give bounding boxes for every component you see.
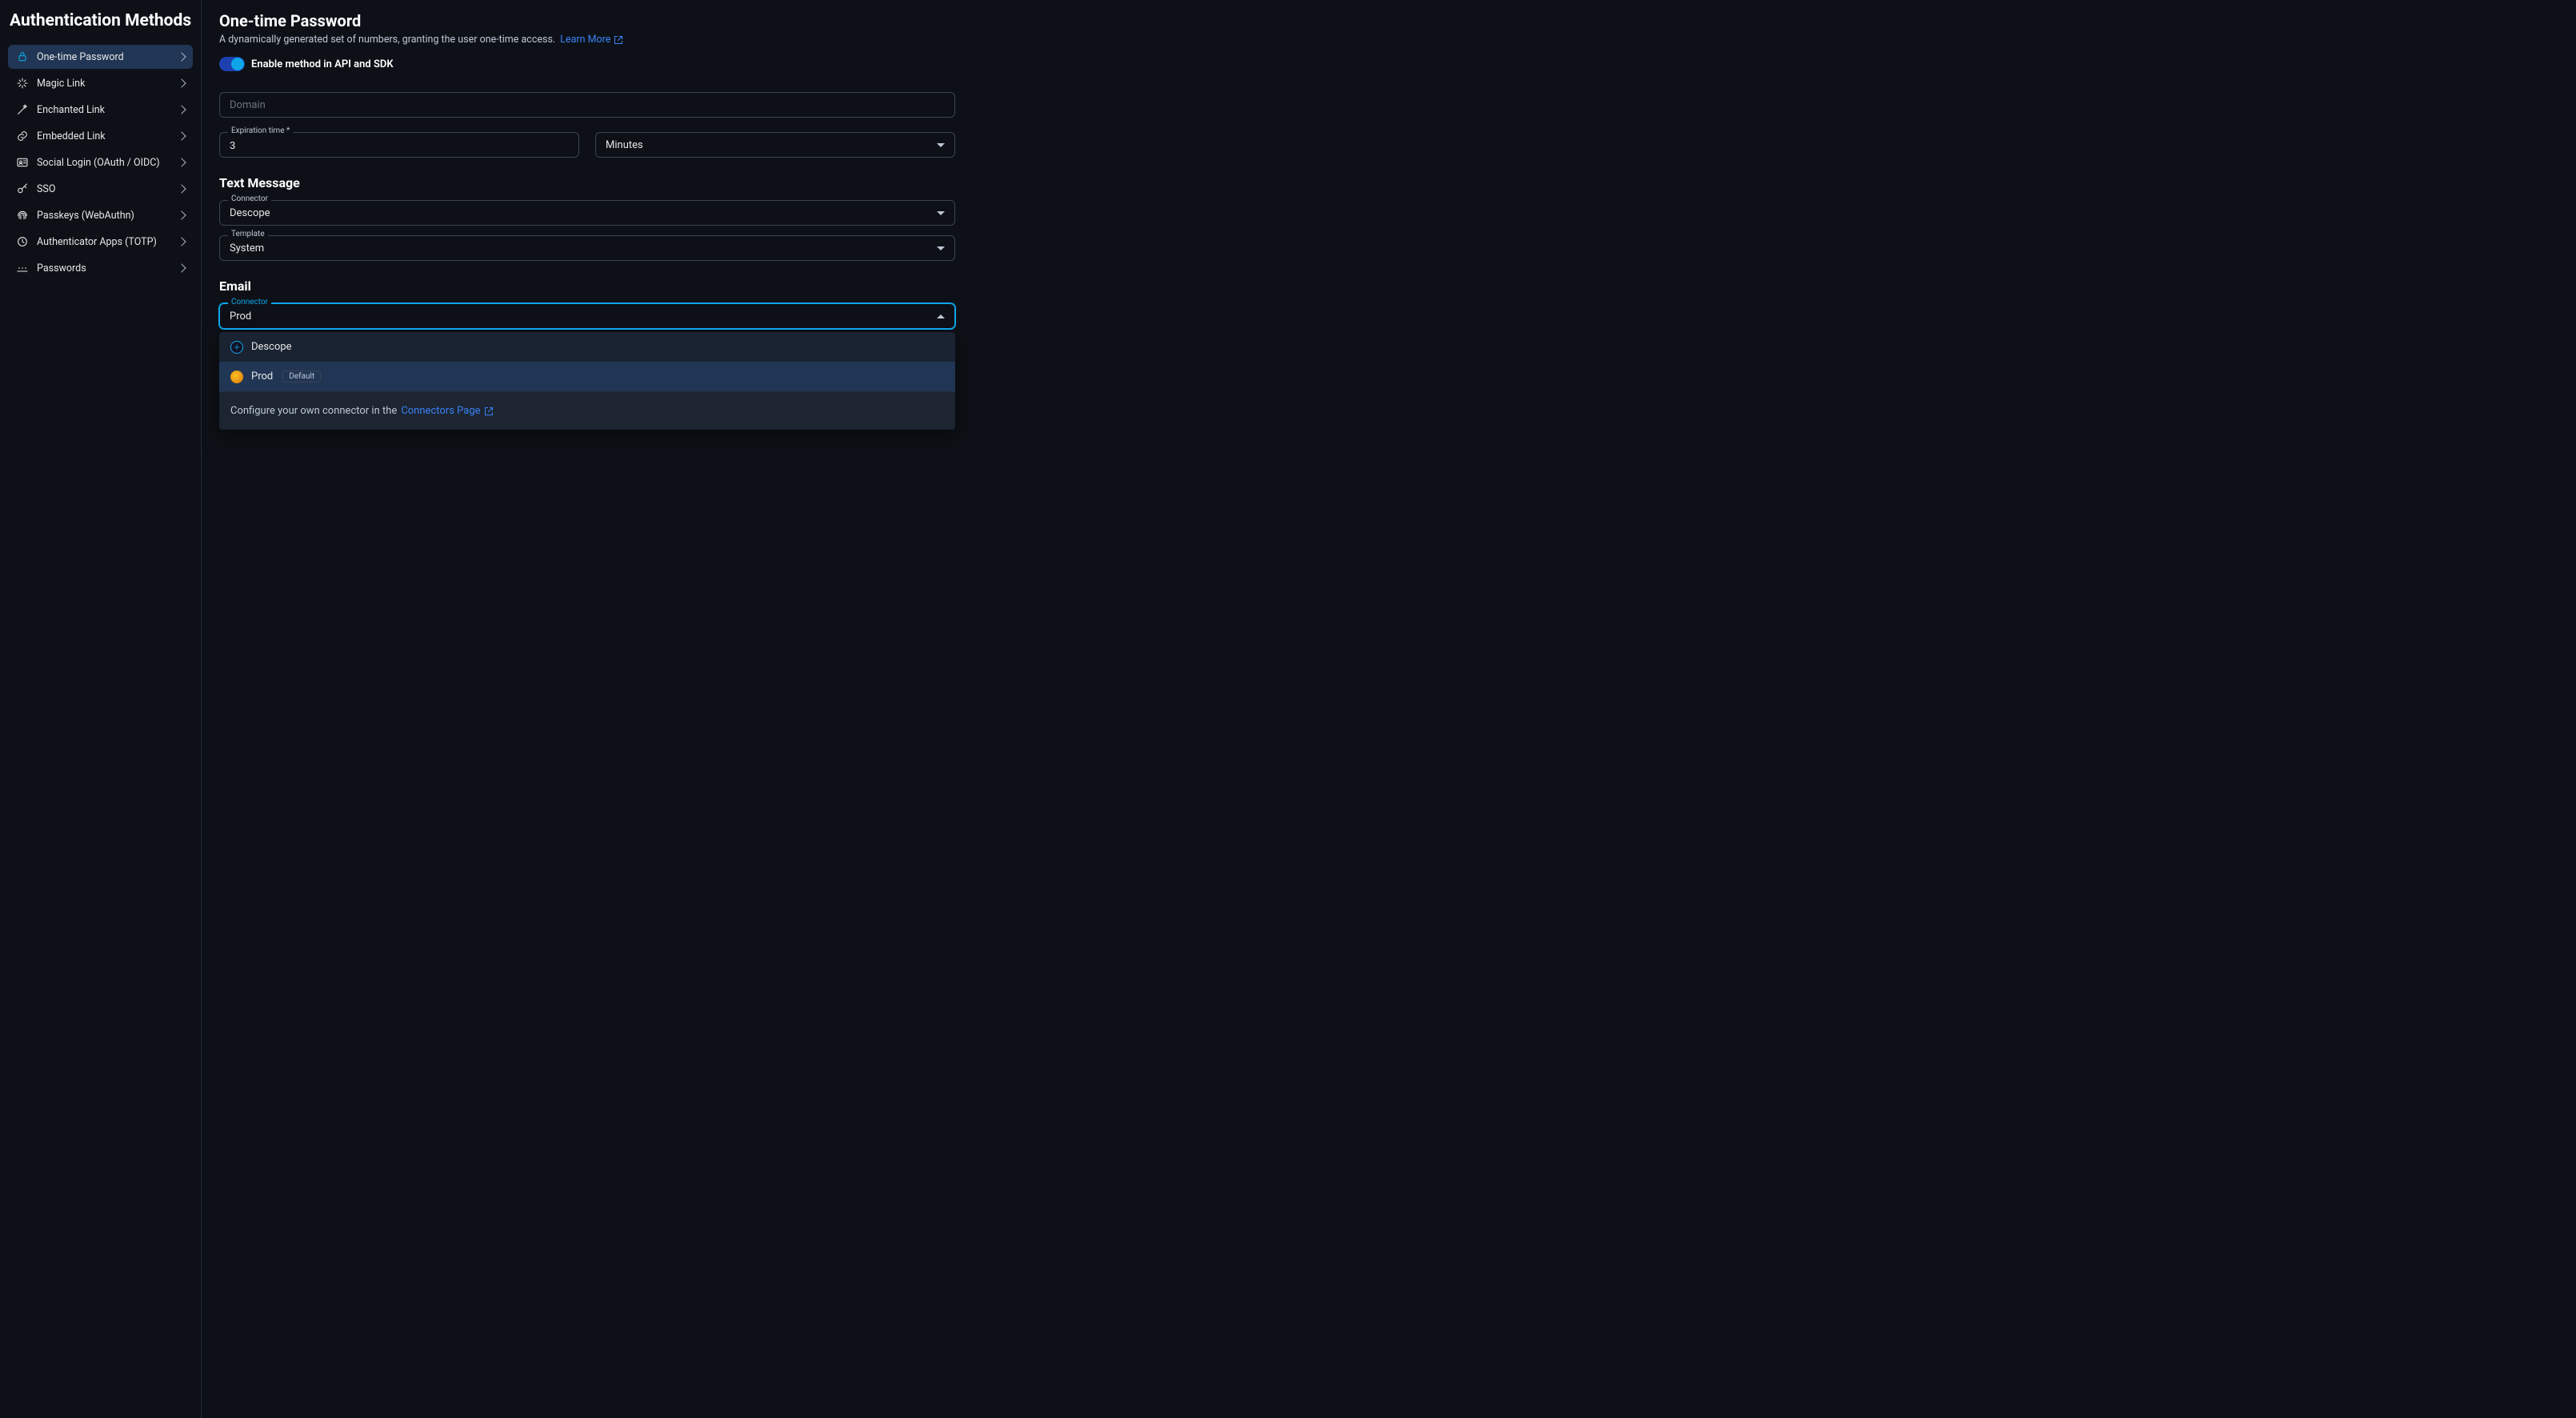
caret-down-icon: [937, 246, 945, 250]
key-icon: [16, 182, 29, 195]
enable-method-toggle-label: Enable method in API and SDK: [251, 58, 394, 70]
expiration-time-input[interactable]: Expiration time *: [219, 132, 579, 158]
dropdown-footer-text: Configure your own connector in the: [230, 405, 397, 417]
sidebar: Authentication Methods One-time Password…: [0, 0, 202, 1418]
sidebar-item-social-login-oauth-oidc[interactable]: Social Login (OAuth / OIDC): [8, 150, 193, 174]
chevron-right-icon: [177, 210, 186, 219]
chevron-right-icon: [177, 263, 186, 272]
expiration-unit-select[interactable]: Minutes: [595, 132, 955, 158]
section-title-email: Email: [219, 278, 2558, 294]
sidebar-item-authenticator-apps-totp[interactable]: Authenticator Apps (TOTP): [8, 230, 193, 254]
sidebar-title: Authentication Methods: [8, 11, 193, 30]
lock-shield-icon: [16, 50, 29, 63]
sidebar-item-label: Embedded Link: [37, 130, 178, 142]
caret-up-icon: [937, 314, 945, 318]
sms-template-value: System: [230, 242, 937, 254]
sparkle-icon: [16, 77, 29, 90]
page-description-text: A dynamically generated set of numbers, …: [219, 34, 555, 46]
main-content: One-time Password A dynamically generate…: [202, 0, 2576, 1418]
sidebar-item-label: Authenticator Apps (TOTP): [37, 236, 178, 248]
sidebar-item-label: One-time Password: [37, 51, 178, 63]
descope-connector-icon: [230, 341, 243, 354]
sidebar-item-enchanted-link[interactable]: Enchanted Link: [8, 98, 193, 122]
learn-more-link[interactable]: Learn More: [560, 34, 623, 46]
expiration-time-value[interactable]: [230, 139, 569, 151]
caret-down-icon: [937, 143, 945, 147]
clock-shield-icon: [16, 235, 29, 248]
default-badge: Default: [282, 371, 321, 383]
page-title: One-time Password: [219, 11, 2558, 30]
sidebar-item-one-time-password[interactable]: One-time Password: [8, 45, 193, 69]
sidebar-item-label: Passkeys (WebAuthn): [37, 210, 178, 222]
dropdown-option-descope[interactable]: Descope: [219, 332, 955, 362]
connectors-page-link[interactable]: Connectors Page: [401, 405, 493, 417]
sms-template-label: Template: [228, 230, 268, 238]
user-card-icon: [16, 156, 29, 169]
sms-connector-label: Connector: [228, 194, 271, 203]
chevron-right-icon: [177, 131, 186, 140]
password-dots-icon: [16, 262, 29, 274]
chevron-right-icon: [177, 158, 186, 166]
chevron-right-icon: [177, 184, 186, 193]
domain-input[interactable]: Domain: [219, 92, 955, 118]
page-description: A dynamically generated set of numbers, …: [219, 34, 2558, 46]
sidebar-item-embedded-link[interactable]: Embedded Link: [8, 124, 193, 148]
sms-connector-select[interactable]: Connector Descope: [219, 200, 955, 226]
email-connector-select[interactable]: Connector Prod: [219, 303, 955, 329]
dropdown-option-prod[interactable]: Prod Default: [219, 362, 955, 391]
dropdown-option-label: Prod: [251, 371, 273, 383]
chevron-right-icon: [177, 105, 186, 114]
link-icon: [16, 130, 29, 142]
expiration-time-label: Expiration time *: [228, 126, 293, 135]
fingerprint-icon: [16, 209, 29, 222]
email-connector-value: Prod: [230, 310, 937, 322]
sidebar-item-label: Magic Link: [37, 78, 178, 90]
sidebar-item-sso[interactable]: SSO: [8, 177, 193, 201]
section-title-text-message: Text Message: [219, 175, 2558, 190]
chevron-right-icon: [177, 78, 186, 87]
learn-more-label: Learn More: [560, 34, 610, 46]
sidebar-item-passkeys-webauthn[interactable]: Passkeys (WebAuthn): [8, 203, 193, 227]
chevron-right-icon: [177, 237, 186, 246]
sidebar-item-label: Social Login (OAuth / OIDC): [37, 157, 178, 169]
wand-icon: [16, 103, 29, 116]
email-connector-dropdown: Descope Prod Default Configure your own co…: [219, 332, 955, 430]
sms-template-select[interactable]: Template System: [219, 235, 955, 261]
chevron-right-icon: [177, 52, 186, 61]
sidebar-item-label: SSO: [37, 183, 178, 195]
sidebar-item-label: Enchanted Link: [37, 104, 178, 116]
expiration-unit-value: Minutes: [606, 139, 937, 151]
sidebar-item-label: Passwords: [37, 262, 178, 274]
sidebar-item-passwords[interactable]: Passwords: [8, 256, 193, 280]
dropdown-option-label: Descope: [251, 341, 292, 353]
caret-down-icon: [937, 211, 945, 215]
sidebar-item-magic-link[interactable]: Magic Link: [8, 71, 193, 95]
dropdown-footer: Configure your own connector in the Conn…: [219, 391, 955, 430]
sms-connector-value: Descope: [230, 207, 937, 219]
external-link-icon: [614, 35, 623, 45]
enable-method-toggle[interactable]: [219, 57, 245, 71]
connectors-page-link-label: Connectors Page: [401, 405, 480, 417]
prod-connector-icon: [230, 371, 243, 383]
external-link-icon: [484, 407, 494, 416]
domain-placeholder: Domain: [230, 99, 266, 111]
email-connector-label: Connector: [228, 298, 271, 306]
